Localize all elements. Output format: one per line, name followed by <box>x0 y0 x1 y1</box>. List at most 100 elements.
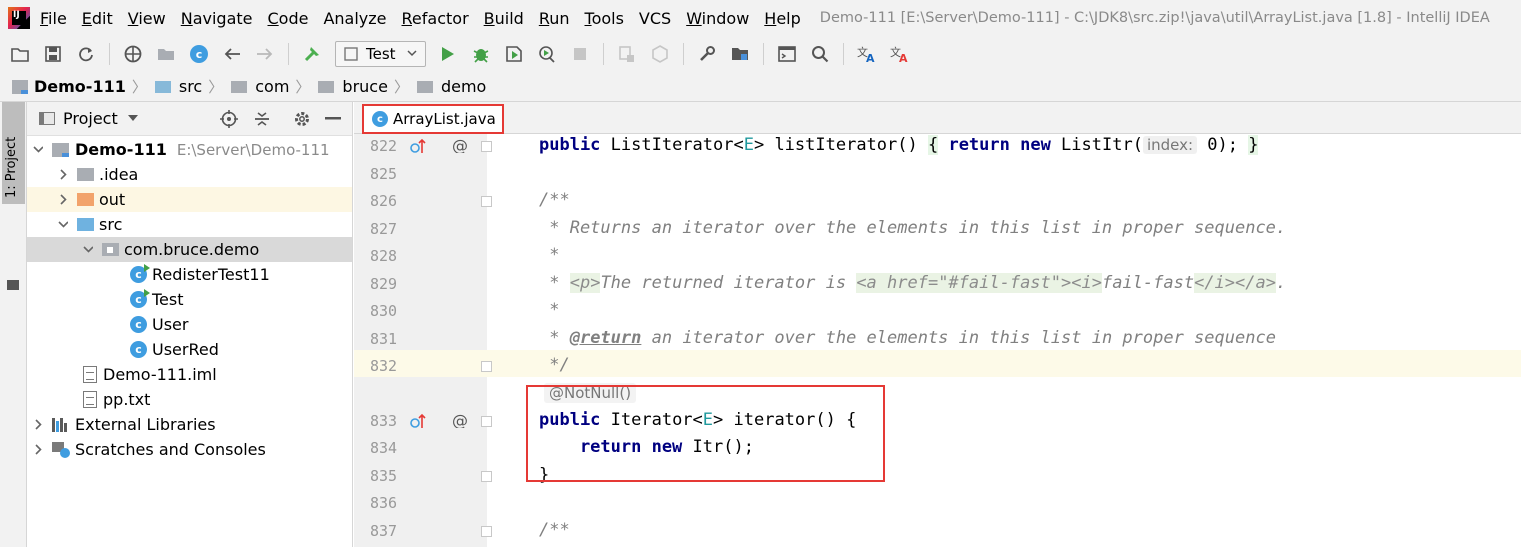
minimize-icon[interactable] <box>324 110 342 128</box>
chevron-down-icon[interactable] <box>33 145 43 155</box>
search-icon[interactable] <box>810 44 830 64</box>
menu-item-edit[interactable]: Edit <box>82 9 113 28</box>
tree-item-external-libraries[interactable]: External Libraries <box>27 412 352 437</box>
code-line-831[interactable]: * @return an iterator over the elements … <box>539 324 1276 351</box>
build-hammer-icon[interactable] <box>302 44 322 64</box>
chevron-right-icon[interactable] <box>58 194 68 205</box>
chevron-right-icon[interactable] <box>33 444 43 455</box>
forward-arrow-icon[interactable] <box>255 44 275 64</box>
menu-item-tools[interactable]: Tools <box>585 9 624 28</box>
save-all-icon[interactable] <box>43 44 63 64</box>
translate-replace-icon[interactable]: 文A <box>890 44 910 64</box>
chevron-down-icon <box>407 50 417 57</box>
tree-item-demo-111[interactable]: Demo-111 E:\Server\Demo-111 <box>27 137 352 162</box>
run-configuration-select[interactable]: Test <box>335 41 426 67</box>
deploy-icon[interactable] <box>650 44 670 64</box>
open-folder-icon[interactable] <box>10 44 30 64</box>
tree-item-com-bruce-demo[interactable]: com.bruce.demo <box>27 237 352 262</box>
code-line-830[interactable]: * <box>539 296 559 323</box>
tree-item-userred[interactable]: c UserRed <box>27 337 352 362</box>
profile-icon[interactable] <box>537 44 557 64</box>
project-panel-header: Project <box>27 102 352 136</box>
menu-item-code[interactable]: Code <box>268 9 309 28</box>
overrides-method-icon[interactable] <box>410 137 426 153</box>
stop-icon[interactable] <box>570 44 590 64</box>
breadcrumb-com[interactable]: com 〉 <box>231 76 318 97</box>
chevron-down-icon[interactable] <box>83 245 93 255</box>
menu-items: File Edit View Navigate Code Analyze Refactor B… <box>40 9 816 28</box>
overrides-method-icon[interactable] <box>410 412 426 428</box>
svg-text:A: A <box>899 52 908 63</box>
synchronize-icon[interactable] <box>76 44 96 64</box>
menu-bar: IJ File Edit View Navigate Code Analyze Refact… <box>0 0 1521 36</box>
annotation-at-icon[interactable]: @ <box>452 412 468 428</box>
locate-target-icon[interactable] <box>220 110 238 128</box>
chevron-down-icon[interactable] <box>58 220 68 230</box>
toolbar-separator <box>109 43 110 65</box>
tree-item-scratches-and-consoles[interactable]: Scratches and Consoles <box>27 437 352 462</box>
code-line-829[interactable]: * <p> The returned iterator is <a href="#… <box>539 269 1286 296</box>
line-number: 827 <box>370 220 398 238</box>
fold-toggle-icon[interactable] <box>481 141 492 152</box>
code-line-828[interactable]: * <box>539 241 559 268</box>
chevron-right-icon: 〉 <box>208 78 224 96</box>
annotation-at-icon[interactable]: @ <box>452 137 468 153</box>
breadcrumb-src[interactable]: src 〉 <box>154 76 231 97</box>
tree-item-out[interactable]: out <box>27 187 352 212</box>
code-line-822[interactable]: public ListIterator< E > listIterator() { … <box>539 131 1259 158</box>
menu-item-view[interactable]: View <box>128 9 166 28</box>
menu-item-file[interactable]: File <box>40 9 67 28</box>
collapse-all-icon[interactable] <box>253 110 271 128</box>
scratches-icon <box>52 441 70 458</box>
project-structure-folder-icon[interactable] <box>730 44 750 64</box>
menu-item-refactor[interactable]: Refactor <box>402 9 469 28</box>
menu-item-help[interactable]: Help <box>764 9 800 28</box>
run-with-coverage-icon[interactable] <box>504 44 524 64</box>
tree-item-redistertest11[interactable]: c RedisterTest11 <box>27 262 352 287</box>
chevron-down-icon[interactable] <box>127 115 138 122</box>
tree-item-idea[interactable]: .idea <box>27 162 352 187</box>
fold-toggle-icon[interactable] <box>481 196 492 207</box>
translate-icon[interactable]: 文A <box>857 44 877 64</box>
tree-item-user[interactable]: c User <box>27 312 352 337</box>
tree-item-src[interactable]: src <box>27 212 352 237</box>
debug-icon[interactable] <box>471 44 491 64</box>
menu-item-window[interactable]: Window <box>686 9 749 28</box>
fold-toggle-icon[interactable] <box>481 526 492 537</box>
breadcrumb-bruce[interactable]: bruce 〉 <box>318 76 417 97</box>
project-structure-icon[interactable] <box>156 44 176 64</box>
breadcrumb-demo[interactable]: demo <box>416 77 486 96</box>
menu-item-navigate[interactable]: Navigate <box>181 9 253 28</box>
text-file-icon <box>83 391 97 408</box>
chevron-right-icon[interactable] <box>58 169 68 180</box>
code-line-837[interactable]: /** <box>539 516 570 543</box>
project-folder-icon <box>7 280 19 290</box>
menu-item-run[interactable]: Run <box>539 9 570 28</box>
settings-wrench-icon[interactable] <box>697 44 717 64</box>
attach-debugger-icon[interactable] <box>617 44 637 64</box>
run-icon[interactable] <box>438 44 458 64</box>
code-line-826[interactable]: /** <box>539 186 570 213</box>
line-number: 825 <box>370 165 398 183</box>
tree-item-test[interactable]: c Test <box>27 287 352 312</box>
parameter-hint: index: <box>1142 135 1198 154</box>
fold-toggle-icon[interactable] <box>481 361 492 372</box>
breadcrumb-project[interactable]: Demo-111 〉 <box>12 76 155 97</box>
code-line-827[interactable]: * Returns an iterator over the elements … <box>539 214 1286 241</box>
chevron-right-icon[interactable] <box>33 419 43 430</box>
class-icon[interactable]: c <box>189 44 209 64</box>
web-browser-icon[interactable] <box>123 44 143 64</box>
menu-item-vcs[interactable]: VCS <box>639 9 671 28</box>
editor-tab-arraylist[interactable]: c ArrayList.java <box>362 104 504 134</box>
menu-item-build[interactable]: Build <box>484 9 524 28</box>
menu-item-analyze[interactable]: Analyze <box>323 9 386 28</box>
project-view-select[interactable]: Project <box>63 109 118 128</box>
fold-toggle-icon[interactable] <box>481 471 492 482</box>
tree-item-pp-txt[interactable]: pp.txt <box>27 387 352 412</box>
code-line-832[interactable]: */ <box>539 351 569 378</box>
terminal-window-icon[interactable] <box>777 44 797 64</box>
gear-icon[interactable] <box>293 110 311 128</box>
tree-item-demo-111-iml[interactable]: Demo-111.iml <box>27 362 352 387</box>
fold-toggle-icon[interactable] <box>481 416 492 427</box>
back-arrow-icon[interactable] <box>222 44 242 64</box>
